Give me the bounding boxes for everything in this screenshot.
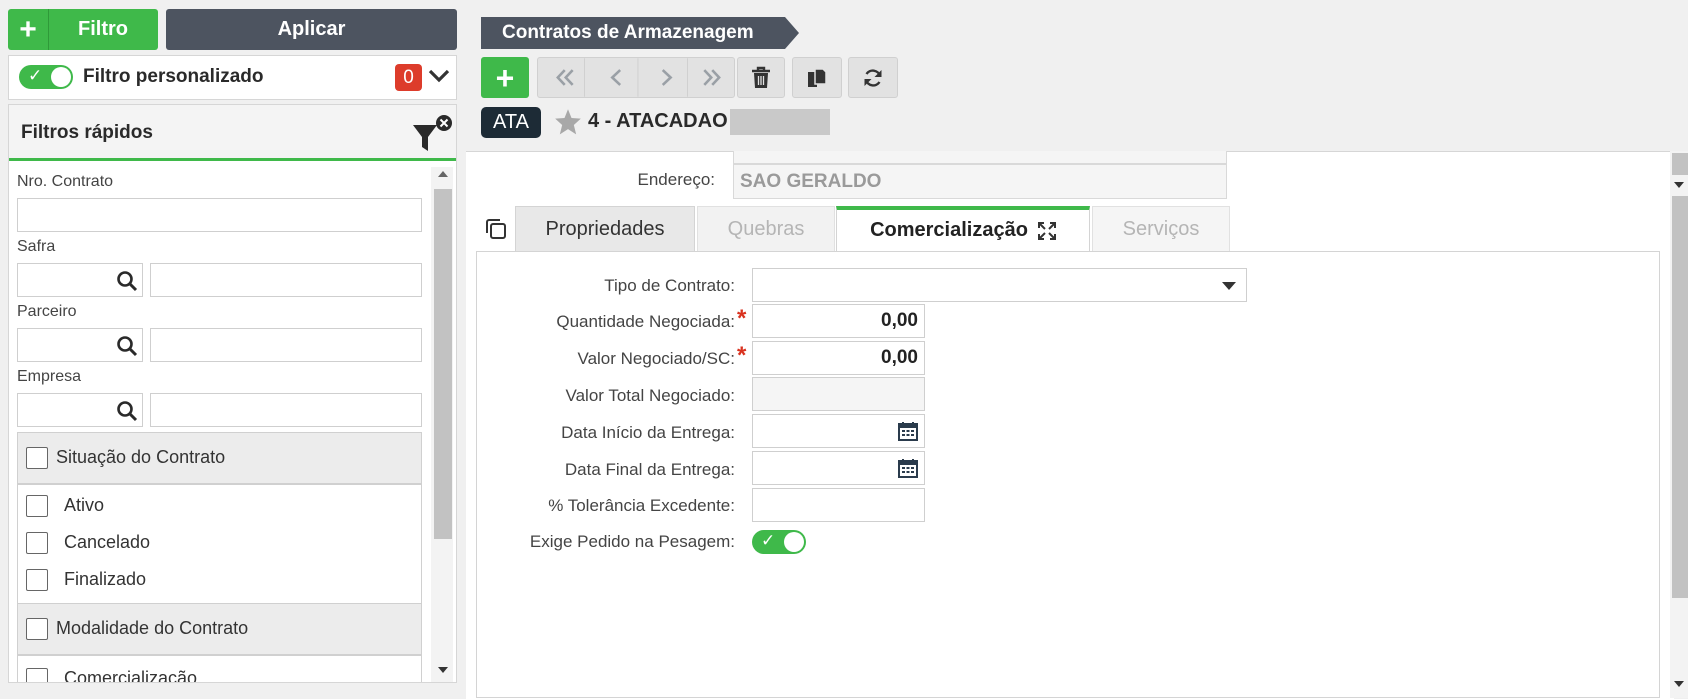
scroll-down-icon[interactable] — [437, 665, 449, 675]
valor-sc-input[interactable]: 0,00 — [752, 341, 925, 375]
star-icon[interactable] — [554, 108, 582, 135]
redacted-block — [730, 109, 830, 135]
scroll-down-icon[interactable] — [1673, 679, 1685, 689]
empresa-label: Empresa — [17, 368, 82, 385]
quick-filters-header: Filtros rápidos — [9, 105, 456, 161]
copy-tabs-icon[interactable] — [483, 216, 509, 242]
modalidade-group-checkbox[interactable] — [26, 618, 48, 640]
form-scroll-thumb-top[interactable] — [1672, 153, 1688, 175]
caret-down-icon — [1222, 282, 1236, 290]
search-icon[interactable] — [116, 400, 138, 422]
new-record-button[interactable]: + — [481, 57, 529, 98]
tab-servicos[interactable]: Serviços — [1092, 206, 1230, 251]
duplicate-button[interactable] — [792, 57, 842, 98]
nro-contrato-input[interactable] — [17, 198, 422, 232]
valor-sc-label: Valor Negociado/SC: — [577, 349, 736, 368]
valor-total-field — [752, 377, 925, 411]
situacao-group-checkbox[interactable] — [26, 447, 48, 469]
exige-pedido-toggle[interactable]: ✓ — [752, 530, 806, 554]
check-icon: ✓ — [28, 66, 43, 85]
situacao-group-label: Situação do Contrato — [56, 447, 226, 467]
tab-comercializacao-label: Comercialização — [870, 219, 1028, 241]
data-final-label: Data Final da Entrega: — [564, 460, 735, 479]
plus-icon: + — [8, 9, 49, 50]
valor-total-label: Valor Total Negociado: — [565, 386, 735, 405]
tab-propriedades[interactable]: Propriedades — [515, 206, 695, 251]
quick-filters-title: Filtros rápidos — [21, 122, 153, 143]
apply-button[interactable]: Aplicar — [166, 9, 457, 50]
tolerancia-input[interactable] — [752, 488, 925, 522]
address-field: SAO GERALDO — [733, 164, 1227, 199]
required-marker: * — [737, 305, 747, 332]
required-marker: * — [737, 342, 747, 369]
data-inicio-label: Data Início da Entrega: — [561, 423, 735, 442]
checkbox-cancelado[interactable] — [26, 532, 48, 554]
empresa-code-input[interactable] — [17, 393, 143, 427]
custom-filter-count-badge: 0 — [395, 64, 422, 91]
situacao-group-header[interactable]: Situação do Contrato — [17, 432, 422, 484]
parceiro-code-input[interactable] — [17, 328, 143, 362]
quick-filters-panel: Filtros rápidos Nro. Contrato Safra Parc… — [8, 104, 457, 683]
tolerancia-label: % Tolerância Excedente: — [548, 496, 735, 515]
check-icon: ✓ — [761, 531, 776, 550]
chevron-down-icon[interactable] — [427, 64, 451, 88]
option-comercializacao-label: Comercialização — [64, 668, 198, 683]
safra-description-input[interactable] — [150, 263, 422, 297]
field-above-address — [733, 151, 1227, 164]
quantidade-label: Quantidade Negociada: — [556, 312, 735, 331]
breadcrumb[interactable]: Contratos de Armazenagem — [502, 22, 754, 44]
tipo-contrato-label: Tipo de Contrato: — [604, 276, 735, 295]
add-filter-button[interactable]: + Filtro — [8, 9, 158, 50]
checkbox-ativo[interactable] — [26, 495, 48, 517]
entity-name: 4 - ATACADAO — [588, 110, 728, 132]
trash-icon — [752, 66, 770, 88]
plus-icon: + — [495, 59, 515, 96]
copy-icon — [808, 67, 827, 87]
exige-pedido-label: Exige Pedido na Pesagem: — [529, 532, 735, 551]
tab-comercializacao[interactable]: Comercialização — [836, 206, 1090, 251]
modalidade-options: Comercialização — [17, 655, 422, 683]
safra-label: Safra — [17, 238, 56, 255]
entity-badge: ATA — [481, 107, 541, 138]
safra-code-input[interactable] — [17, 263, 143, 297]
parceiro-description-input[interactable] — [150, 328, 422, 362]
refresh-icon — [864, 68, 882, 87]
search-icon[interactable] — [116, 335, 138, 357]
custom-filter-row: ✓ Filtro personalizado 0 — [8, 55, 457, 100]
scroll-down-icon[interactable] — [1673, 180, 1685, 190]
modalidade-group-header[interactable]: Modalidade do Contrato — [17, 603, 422, 655]
nro-contrato-label: Nro. Contrato — [17, 173, 114, 190]
option-finalizado-label: Finalizado — [64, 569, 147, 589]
calendar-icon[interactable] — [898, 421, 918, 441]
checkbox-finalizado[interactable] — [26, 569, 48, 591]
add-filter-label: Filtro — [78, 18, 128, 40]
calendar-icon[interactable] — [898, 458, 918, 478]
option-ativo-label: Ativo — [64, 495, 105, 515]
custom-filter-label: Filtro personalizado — [83, 66, 264, 87]
option-cancelado-label: Cancelado — [64, 532, 151, 552]
tab-quebras[interactable]: Quebras — [697, 206, 835, 251]
navigation-icons — [556, 58, 721, 97]
navigation-group — [537, 57, 735, 98]
clear-filter-icon[interactable] — [409, 113, 455, 157]
situacao-options: Ativo Cancelado Finalizado — [17, 484, 422, 604]
search-icon[interactable] — [116, 270, 138, 292]
quick-filters-scroll-thumb[interactable] — [434, 189, 452, 539]
empresa-description-input[interactable] — [150, 393, 422, 427]
scroll-up-icon[interactable] — [437, 169, 449, 179]
refresh-button[interactable] — [848, 57, 898, 98]
modalidade-group-label: Modalidade do Contrato — [56, 618, 249, 638]
quantidade-input[interactable]: 0,00 — [752, 304, 925, 338]
expand-icon[interactable] — [1037, 221, 1056, 240]
address-label: Endereço: — [637, 170, 716, 189]
delete-button[interactable] — [737, 57, 785, 98]
tipo-contrato-select[interactable] — [752, 268, 1247, 302]
parceiro-label: Parceiro — [17, 303, 77, 320]
checkbox-comercializacao[interactable] — [26, 668, 48, 682]
data-inicio-input[interactable] — [752, 414, 925, 448]
data-final-input[interactable] — [752, 451, 925, 485]
form-scroll-thumb[interactable] — [1672, 196, 1688, 598]
custom-filter-toggle[interactable]: ✓ — [19, 65, 73, 89]
